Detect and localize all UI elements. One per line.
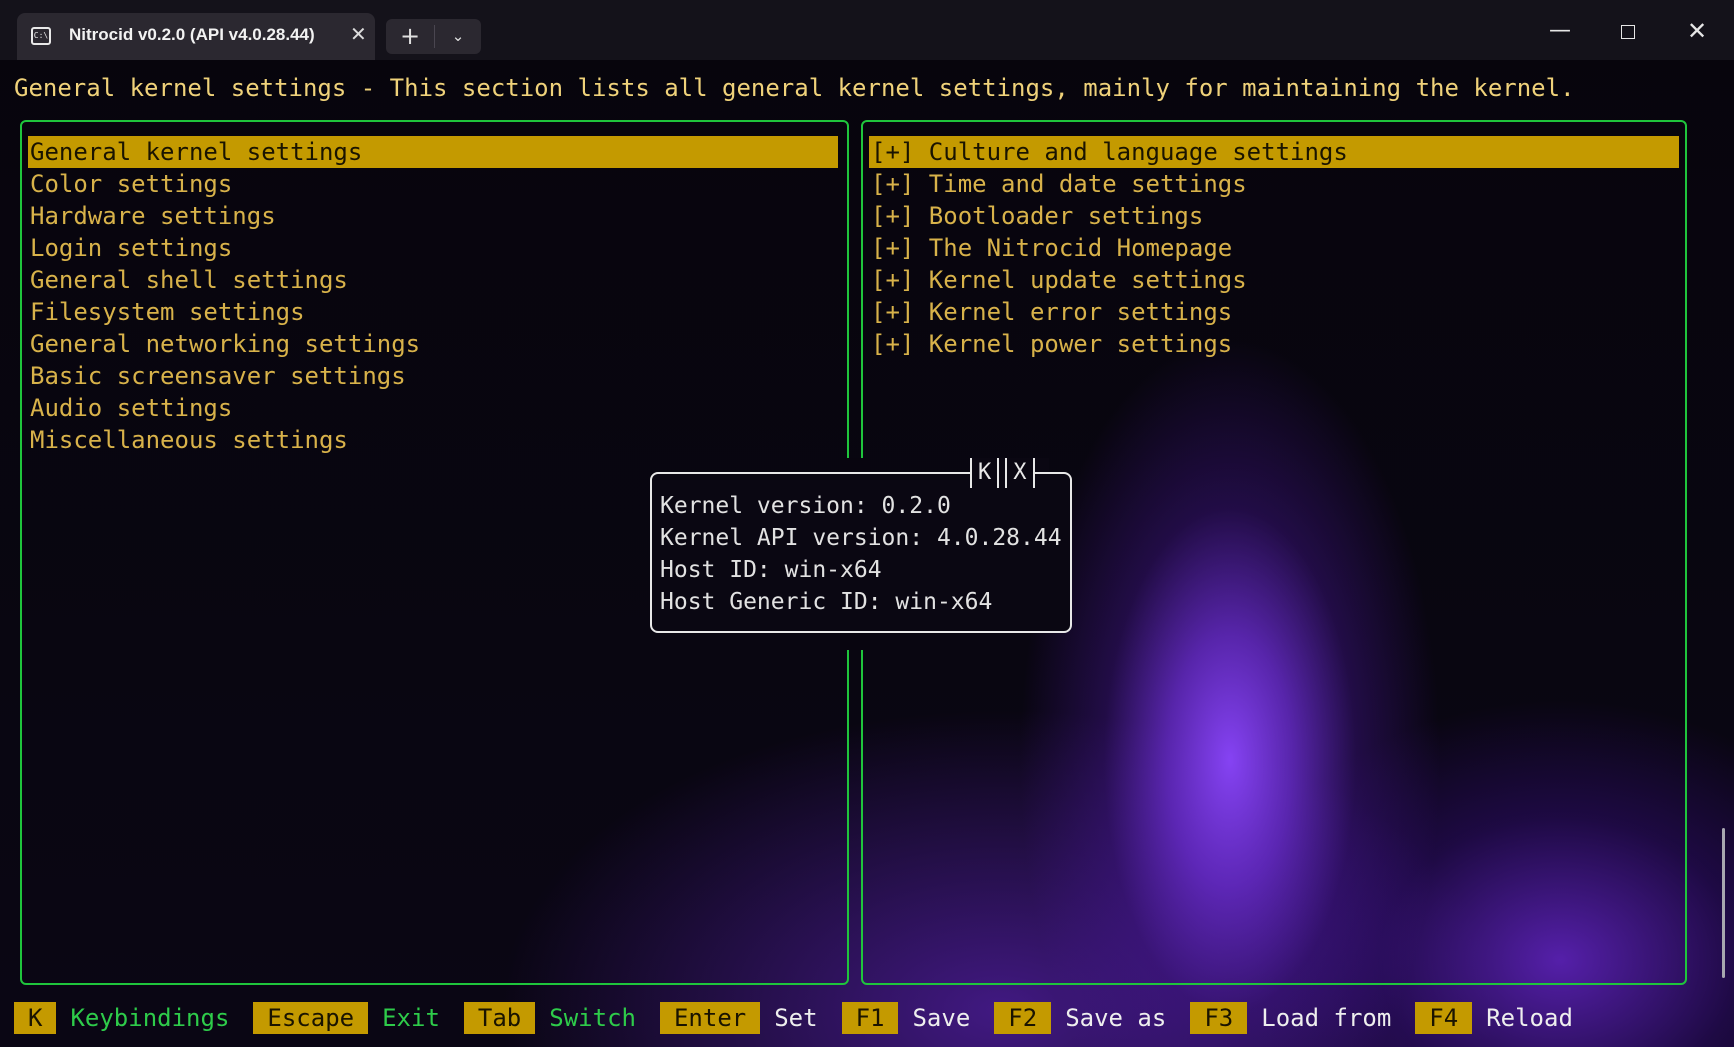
dialog-close-button[interactable]: X bbox=[1007, 458, 1032, 488]
minimize-button[interactable]: — bbox=[1540, 14, 1580, 48]
maximize-icon bbox=[1621, 24, 1635, 39]
set-label[interactable]: Set bbox=[760, 1002, 841, 1034]
section-item-general-networking[interactable]: General networking settings bbox=[28, 328, 838, 360]
kernel-api-version-line: Kernel API version: 4.0.28.44 bbox=[660, 525, 1062, 551]
section-item-general-kernel[interactable]: General kernel settings bbox=[28, 136, 838, 168]
reload-label[interactable]: Reload bbox=[1472, 1002, 1597, 1034]
key-item-kernel-power[interactable]: [+] Kernel power settings bbox=[869, 328, 1679, 360]
close-window-button[interactable]: ✕ bbox=[1677, 14, 1717, 48]
tab-title: Nitrocid v0.2.0 (API v4.0.28.44) bbox=[69, 25, 315, 44]
key-item-culture-language[interactable]: [+] Culture and language settings bbox=[869, 136, 1679, 168]
save-as-label[interactable]: Save as bbox=[1051, 1002, 1190, 1034]
load-from-label[interactable]: Load from bbox=[1247, 1002, 1415, 1034]
key-item-bootloader[interactable]: [+] Bootloader settings bbox=[869, 200, 1679, 232]
section-item-miscellaneous[interactable]: Miscellaneous settings bbox=[28, 424, 838, 456]
exit-label[interactable]: Exit bbox=[368, 1002, 464, 1034]
key-item-kernel-error[interactable]: [+] Kernel error settings bbox=[869, 296, 1679, 328]
keybindings-label[interactable]: Keybindings bbox=[56, 1002, 253, 1034]
section-item-login[interactable]: Login settings bbox=[28, 232, 838, 264]
key-k[interactable]: K bbox=[14, 1002, 57, 1034]
key-f3[interactable]: F3 bbox=[1190, 1002, 1248, 1034]
key-f4[interactable]: F4 bbox=[1415, 1002, 1473, 1034]
save-label[interactable]: Save bbox=[898, 1002, 994, 1034]
section-item-general-shell[interactable]: General shell settings bbox=[28, 264, 838, 296]
kernel-info-dialog: Kernel version: 0.2.0 Kernel API version… bbox=[650, 472, 1072, 633]
new-tab-button[interactable]: + bbox=[386, 19, 434, 54]
host-generic-id-line: Host Generic ID: win-x64 bbox=[660, 589, 993, 615]
dialog-button-divider bbox=[997, 458, 1000, 488]
terminal-icon: C:\ bbox=[31, 27, 51, 45]
keybindings-bar: K Keybindings Escape Exit Tab Switch Ent… bbox=[14, 1002, 1597, 1034]
section-item-color[interactable]: Color settings bbox=[28, 168, 838, 200]
title-bar: C:\ Nitrocid v0.2.0 (API v4.0.28.44) ✕ +… bbox=[0, 0, 1734, 60]
maximize-button[interactable] bbox=[1608, 14, 1648, 48]
key-f2[interactable]: F2 bbox=[994, 1002, 1052, 1034]
key-f1[interactable]: F1 bbox=[841, 1002, 899, 1034]
dialog-keybindings-button[interactable]: K bbox=[972, 458, 997, 488]
key-tab[interactable]: Tab bbox=[463, 1002, 536, 1034]
terminal-tab[interactable]: C:\ Nitrocid v0.2.0 (API v4.0.28.44) ✕ bbox=[17, 13, 375, 60]
section-item-audio[interactable]: Audio settings bbox=[28, 392, 838, 424]
key-enter[interactable]: Enter bbox=[659, 1002, 761, 1034]
switch-label[interactable]: Switch bbox=[535, 1002, 660, 1034]
dialog-button-strip: K X bbox=[970, 458, 1049, 488]
section-item-basic-screensaver[interactable]: Basic screensaver settings bbox=[28, 360, 838, 392]
key-item-time-date[interactable]: [+] Time and date settings bbox=[869, 168, 1679, 200]
key-item-nitrocid-homepage[interactable]: [+] The Nitrocid Homepage bbox=[869, 232, 1679, 264]
host-id-line: Host ID: win-x64 bbox=[660, 557, 882, 583]
keys-list: [+] Culture and language settings [+] Ti… bbox=[869, 136, 1679, 360]
tab-close-icon[interactable]: ✕ bbox=[350, 22, 367, 46]
section-heading: General kernel settings - This section l… bbox=[14, 74, 1575, 102]
key-item-kernel-update[interactable]: [+] Kernel update settings bbox=[869, 264, 1679, 296]
section-item-filesystem[interactable]: Filesystem settings bbox=[28, 296, 838, 328]
section-item-hardware[interactable]: Hardware settings bbox=[28, 200, 838, 232]
terminal-scrollbar[interactable] bbox=[1722, 828, 1725, 978]
new-tab-group: + ⌄ bbox=[386, 19, 481, 54]
tab-dropdown-button[interactable]: ⌄ bbox=[435, 19, 481, 54]
key-escape[interactable]: Escape bbox=[253, 1002, 369, 1034]
dialog-border-dash bbox=[1034, 472, 1049, 474]
kernel-version-line: Kernel version: 0.2.0 bbox=[660, 493, 951, 519]
sections-list: General kernel settings Color settings H… bbox=[28, 136, 838, 456]
